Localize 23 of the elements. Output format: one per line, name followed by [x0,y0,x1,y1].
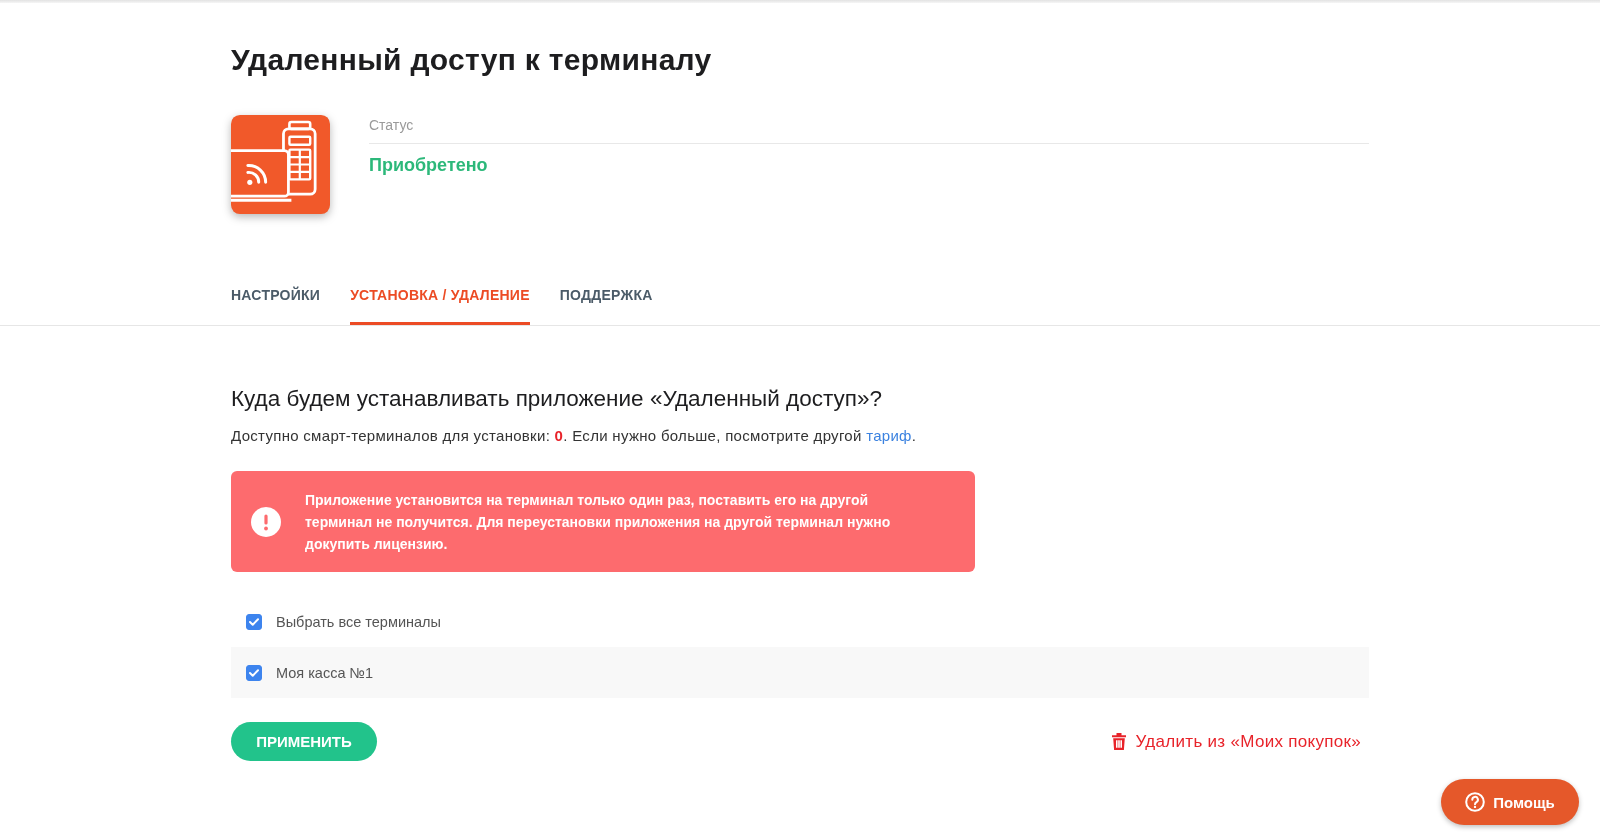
tab[interactable]: НАСТРОЙКИ [231,285,321,325]
trash-icon [1111,733,1126,750]
checkbox-label: Моя касса №1 [276,664,374,681]
exclamation-icon [251,506,281,537]
help-icon [1465,792,1486,812]
tariff-link[interactable]: тариф [866,427,912,444]
delete-link[interactable]: Удалить из «Моих покупок» [1111,731,1361,752]
checkmark-icon [249,668,259,677]
page-title: Удаленный доступ к терминалу [231,42,713,78]
checkbox[interactable] [246,664,262,681]
alert-text: Приложение установится на терминал только один раз, поставить его на другой терминал не получится. Для переустановки приложения на другой терминал нужно докупить лицензию. [305,490,892,554]
status-value: Приобретено [369,155,489,176]
checkbox-label: Выбрать все терминалы [276,613,441,630]
tab[interactable]: УСТАНОВКА / УДАЛЕНИЕ [350,285,530,325]
help-button[interactable]: Помощь [1441,779,1579,825]
checkmark-icon [249,617,259,626]
checkbox[interactable] [246,613,262,630]
status-label: Статус [369,115,1369,144]
apply-button[interactable]: ПРИМЕНИТЬ [231,722,377,761]
tab[interactable]: ПОДДЕРЖКА [559,285,653,325]
availability-text: Доступно смарт-терминалов для установки: 0. Если нужно больше, посмотрите другой тариф. [231,426,918,446]
terminal-app-icon [231,115,330,214]
section-heading: Куда будем устанавливать приложение «Удаленный доступ»? [231,385,883,413]
